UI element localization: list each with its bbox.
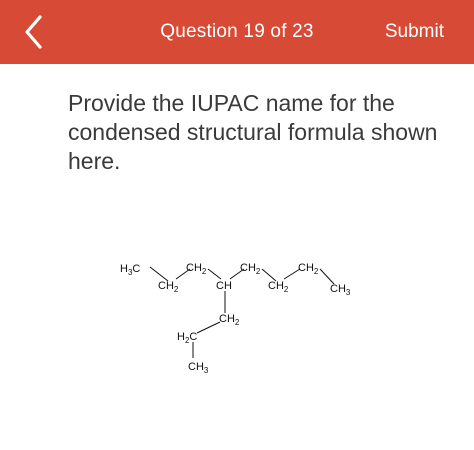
group-ch2: CH2 bbox=[219, 313, 240, 327]
group-ch2: CH2 bbox=[240, 262, 261, 276]
bond bbox=[319, 268, 335, 285]
group-ch: CH bbox=[216, 280, 232, 292]
condensed-structural-formula: H3C CH2 CH2 CH CH2 CH2 CH2 CH3 CH2 H2C C… bbox=[120, 262, 351, 375]
group-ch3: CH3 bbox=[188, 361, 209, 375]
group-ch2: CH2 bbox=[158, 280, 179, 294]
group-h2c: H2C bbox=[177, 331, 197, 345]
group-ch2: CH2 bbox=[268, 280, 289, 294]
bond bbox=[196, 321, 221, 334]
group-ch2: CH2 bbox=[186, 262, 207, 276]
group-h3c: H3C bbox=[120, 263, 140, 277]
group-ch3: CH3 bbox=[330, 283, 351, 297]
group-ch2: CH2 bbox=[298, 262, 319, 276]
bond bbox=[149, 266, 169, 282]
bond bbox=[207, 268, 222, 280]
